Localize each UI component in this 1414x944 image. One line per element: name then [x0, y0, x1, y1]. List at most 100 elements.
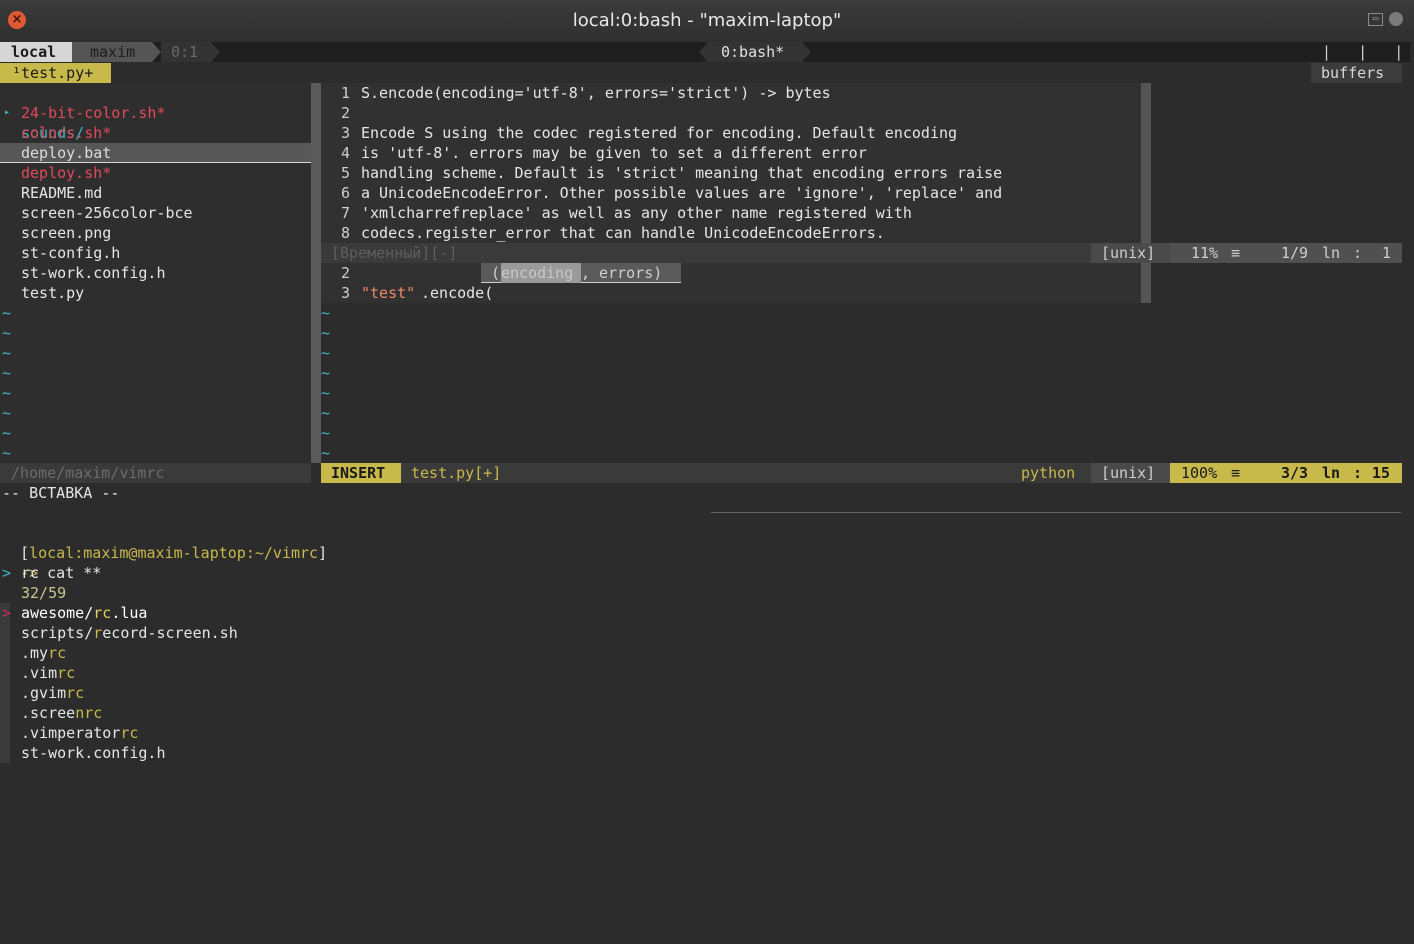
window-title: local:0:bash - "maxim-laptop" — [572, 10, 842, 31]
line-number: 3 — [341, 124, 351, 142]
tree-empty-line: ~ — [2, 364, 12, 382]
tab-test-py[interactable]: ¹test.py+ — [0, 63, 111, 83]
editor-empty-line: ~ — [321, 364, 331, 382]
line-number: 2 — [341, 104, 351, 122]
tree-scrollbar[interactable] — [311, 83, 321, 463]
fzf-result[interactable]: .vimperatorrc — [21, 723, 138, 743]
fzf-match-highlight: rc — [93, 604, 112, 622]
doc-buffer-name: [Временный][-] — [331, 244, 458, 262]
fzf-result-selected[interactable]: awesome/rc.lua — [21, 603, 147, 623]
ln-icon: ln — [1322, 244, 1341, 262]
tmux-window-tab[interactable]: 0:bash* — [708, 42, 802, 62]
doc-line: Encode S using the codec registered for … — [361, 124, 958, 142]
fzf-match-highlight: rc — [57, 664, 76, 682]
tmux-pane: 0:1 — [161, 42, 211, 62]
shell-prompt: [local:maxim@maxim-laptop:~/vimrc] — [2, 523, 327, 562]
statusline-filetype: python — [1021, 464, 1076, 482]
line-number: 8 — [341, 224, 351, 242]
fzf-match-highlight: rc — [48, 644, 67, 662]
fzf-result[interactable]: st-work.config.h — [21, 743, 166, 763]
fzf-result[interactable]: .gvimrc — [21, 683, 84, 703]
doc-line: is 'utf-8'. errors may be given to set a… — [361, 144, 867, 162]
tree-statusline: /home/maxim/vimrc — [0, 463, 311, 483]
statusline-column: 15 — [1372, 464, 1391, 482]
tree-item[interactable]: test.py — [21, 283, 84, 303]
editor-empty-line: ~ — [321, 384, 331, 402]
tree-empty-line: ~ — [2, 344, 12, 362]
tmux-right-marks: | | | — [1322, 43, 1404, 61]
powerline-arrow-icon — [802, 42, 811, 62]
fzf-result-text: st-work.config.h — [21, 744, 166, 762]
fzf-result-text: .vim — [21, 664, 58, 682]
editor-empty-line: ~ — [321, 424, 331, 442]
close-icon[interactable]: × — [8, 11, 26, 29]
doc-line: S.encode(encoding='utf-8', errors='stric… — [361, 84, 831, 102]
mode-message: -- ВСТАВКА -- — [2, 484, 120, 502]
tree-item[interactable]: screen-256color-bce — [21, 203, 193, 223]
mode-indicator: INSERT — [321, 463, 401, 483]
editor-empty-line: ~ — [321, 404, 331, 422]
tree-item[interactable]: screen.png — [21, 223, 111, 243]
tree-item[interactable]: README.md — [21, 183, 102, 203]
vim-tabline — [0, 62, 1402, 83]
fzf-pointer-icon: > — [2, 604, 12, 622]
doc-line: handling scheme. Default is 'strict' mea… — [361, 164, 1003, 182]
doc-column: 1 — [1382, 244, 1392, 262]
fzf-result[interactable]: scripts/record-screen.sh — [21, 623, 238, 643]
window-separator — [1141, 83, 1151, 303]
doc-fileformat: [unix] — [1091, 243, 1170, 263]
col-separator: : — [1353, 244, 1363, 262]
doc-line: 'xmlcharrefreplace' as well as any other… — [361, 204, 912, 222]
powerline-arrow-icon — [152, 42, 161, 62]
tree-item[interactable]: st-work.config.h — [21, 263, 166, 283]
fzf-result[interactable]: .myrc — [21, 643, 66, 663]
shell-command: -> cat ** — [2, 543, 101, 582]
fzf-result-text: .my — [21, 644, 49, 662]
tree-empty-line: ~ — [2, 424, 12, 442]
fzf-result-text: awesome/ — [21, 604, 94, 622]
lines-icon: ≡ — [1231, 464, 1241, 482]
pane-divider — [711, 512, 1401, 513]
restore-icon[interactable]: ▭ — [1368, 13, 1383, 26]
command-text: cat ** — [47, 564, 102, 582]
fzf-match-highlight: rc — [66, 684, 85, 702]
tree-item[interactable]: deploy.sh* — [21, 163, 111, 183]
powerline-arrow-icon — [211, 42, 220, 62]
powerline-arrow-icon — [699, 42, 708, 62]
fzf-result-text: .lua — [111, 604, 148, 622]
tree-item[interactable]: ▸ sounds/ — [0, 83, 84, 142]
doc-line-position: 1/9 — [1281, 244, 1309, 262]
fzf-match-highlight: r — [93, 624, 103, 642]
ln-icon: ln — [1322, 464, 1341, 482]
tree-item[interactable]: st-config.h — [21, 243, 120, 263]
statusline-percent: 100% — [1181, 464, 1218, 482]
fzf-match-highlight: nrc — [75, 704, 103, 722]
line-number: 2 — [341, 264, 351, 282]
buffers-label[interactable]: buffers — [1311, 63, 1402, 83]
statusline-filename: test.py[+] — [411, 464, 502, 482]
doc-line: codecs.register_error that can handle Un… — [361, 224, 885, 242]
tree-item[interactable]: colors.sh* — [21, 123, 111, 143]
line-number: 7 — [341, 204, 351, 222]
maximize-icon[interactable] — [1389, 12, 1403, 26]
statusline-fileformat: [unix] — [1091, 463, 1170, 483]
col-separator: : — [1353, 464, 1363, 482]
tree-item[interactable]: 24-bit-color.sh* — [21, 103, 166, 123]
signature-active-param: encoding — [501, 263, 581, 283]
statusline-line-position: 3/3 — [1281, 464, 1309, 482]
fzf-match-highlight: rc — [120, 724, 139, 742]
line-number: 3 — [341, 284, 351, 302]
folder-arrow-icon: ▸ — [4, 107, 11, 118]
fzf-query-input[interactable]: rc — [21, 563, 39, 583]
fzf-result[interactable]: .vimrc — [21, 663, 75, 683]
fzf-result-text: scripts/ — [21, 624, 94, 642]
code-line: .encode( — [421, 284, 494, 302]
editor-empty-line: ~ — [321, 324, 331, 342]
editor-empty-line: ~ — [321, 444, 331, 462]
line-number: 6 — [341, 184, 351, 202]
doc-percent: 11% — [1191, 244, 1219, 262]
code-string: "test" — [361, 284, 416, 302]
tree-item[interactable]: deploy.bat — [21, 143, 111, 163]
tree-empty-line: ~ — [2, 304, 12, 322]
fzf-result[interactable]: .screenrc — [21, 703, 102, 723]
